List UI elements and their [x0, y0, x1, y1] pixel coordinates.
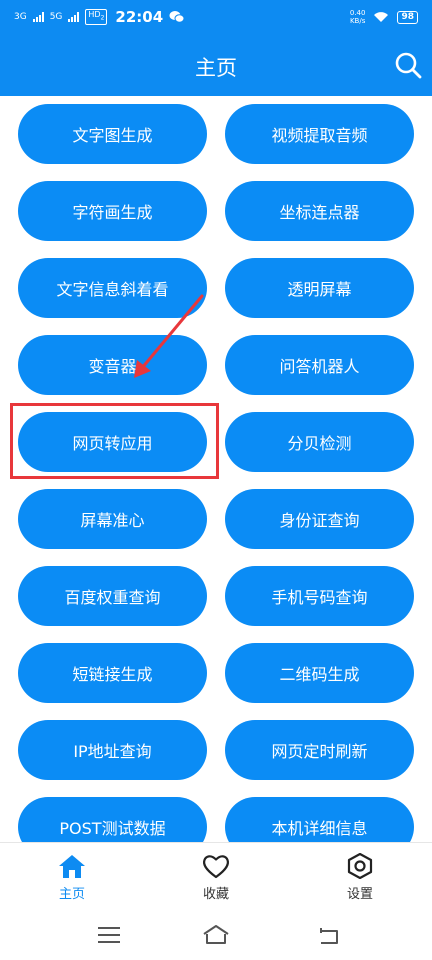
- hd-badge: HD2: [85, 9, 108, 25]
- wifi-icon: [374, 12, 389, 22]
- app-header: 主页: [0, 34, 432, 96]
- tool-grid[interactable]: 文字图生成 视频提取音频 字符画生成 坐标连点器 文字信息斜着看 透明屏幕 变音…: [0, 96, 432, 842]
- tool-button-ip-lookup[interactable]: IP地址查询: [18, 720, 207, 780]
- home-button-icon[interactable]: [201, 922, 231, 948]
- tool-button-slanted-text[interactable]: 文字信息斜着看: [18, 258, 207, 318]
- nav-home-label: 主页: [58, 886, 85, 902]
- annotation-highlight-box: [10, 403, 219, 479]
- tool-button-qa-bot[interactable]: 问答机器人: [225, 335, 414, 395]
- tool-button-video-audio[interactable]: 视频提取音频: [225, 104, 414, 164]
- hexagon-gear-icon: [347, 852, 373, 879]
- tool-button-baidu-weight[interactable]: 百度权重查询: [18, 566, 207, 626]
- tool-button-short-link[interactable]: 短链接生成: [18, 643, 207, 703]
- nav-favorites[interactable]: 收藏: [144, 843, 288, 911]
- signal-icon: [32, 12, 44, 22]
- status-left: 3G 5G HD2 22:04: [14, 8, 185, 26]
- system-nav-bar: [0, 910, 432, 960]
- network-5g-label: 5G: [49, 12, 63, 22]
- tool-button-auto-clicker[interactable]: 坐标连点器: [225, 181, 414, 241]
- status-bar: 3G 5G HD2 22:04 0.40 KB/s 98: [0, 0, 432, 34]
- battery-indicator: 98: [397, 10, 418, 24]
- app-screen: 3G 5G HD2 22:04 0.40 KB/s 98 主页 文字图生成 视频…: [0, 0, 432, 960]
- nav-settings[interactable]: 设置: [288, 843, 432, 911]
- heart-icon: [203, 854, 229, 878]
- tool-button-crosshair[interactable]: 屏幕准心: [18, 489, 207, 549]
- back-icon[interactable]: [313, 922, 343, 948]
- tool-button-device-info[interactable]: 本机详细信息: [225, 797, 414, 842]
- tool-button-transparent-screen[interactable]: 透明屏幕: [225, 258, 414, 318]
- network-speed: 0.40 KB/s: [349, 9, 366, 25]
- status-right: 0.40 KB/s 98: [350, 9, 418, 25]
- tool-button-id-lookup[interactable]: 身份证查询: [225, 489, 414, 549]
- bottom-nav: 主页 收藏 设置: [0, 842, 432, 910]
- page-title: 主页: [195, 56, 237, 80]
- tool-button-page-refresh[interactable]: 网页定时刷新: [225, 720, 414, 780]
- home-icon: [59, 854, 85, 878]
- wechat-icon: [169, 11, 185, 23]
- tool-button-decibel[interactable]: 分贝检测: [225, 412, 414, 472]
- nav-settings-label: 设置: [346, 886, 373, 902]
- nav-favorites-label: 收藏: [202, 886, 229, 902]
- status-time: 22:04: [115, 8, 164, 26]
- tool-button-voice-changer[interactable]: 变音器: [18, 335, 207, 395]
- tool-button-text-image[interactable]: 文字图生成: [18, 104, 207, 164]
- tool-button-char-art[interactable]: 字符画生成: [18, 181, 207, 241]
- signal-icon-2: [68, 12, 80, 22]
- tool-button-qrcode[interactable]: 二维码生成: [225, 643, 414, 703]
- menu-icon[interactable]: [94, 922, 124, 948]
- tool-button-post-test[interactable]: POST测试数据: [18, 797, 207, 842]
- network-3g-label: 3G: [14, 12, 27, 22]
- search-icon[interactable]: [394, 51, 422, 79]
- tool-button-phone-lookup[interactable]: 手机号码查询: [225, 566, 414, 626]
- nav-home[interactable]: 主页: [0, 843, 144, 911]
